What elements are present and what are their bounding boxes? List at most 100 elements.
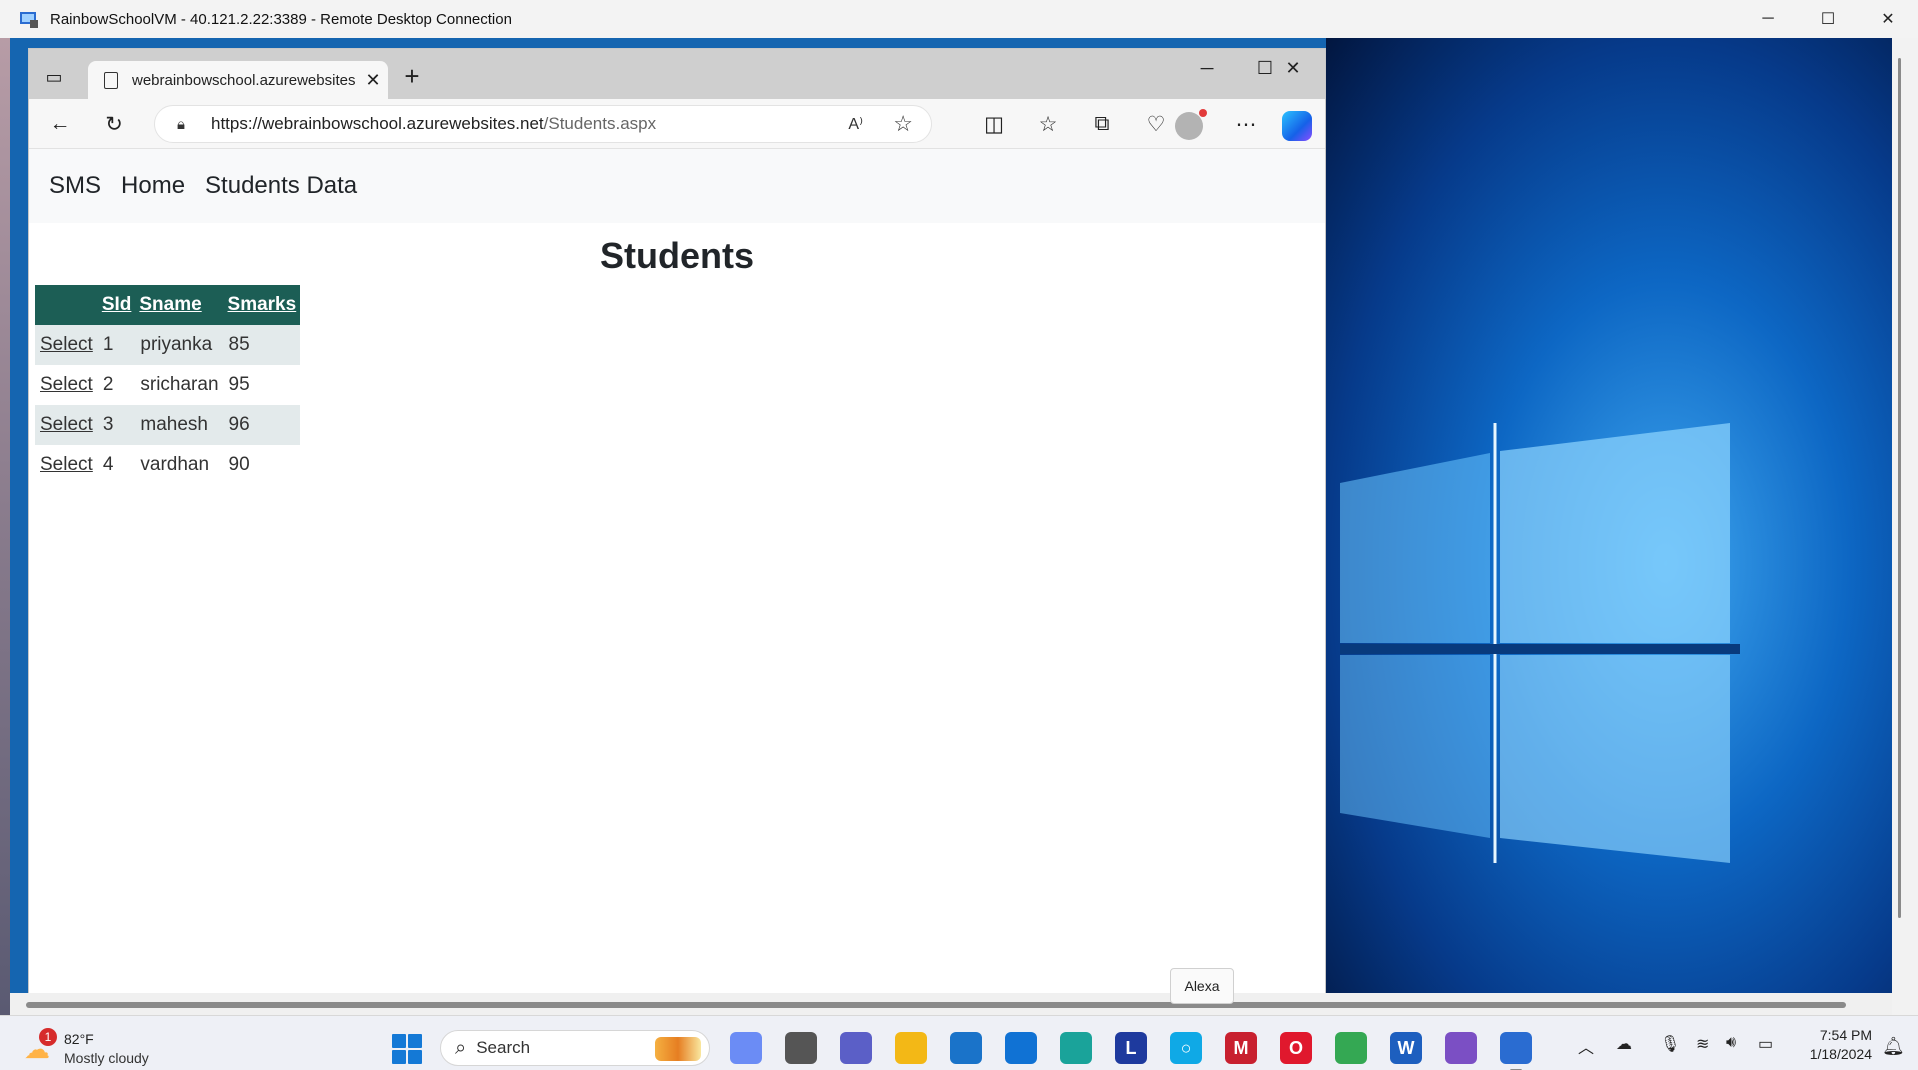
file-explorer-app-icon[interactable] <box>895 1032 927 1064</box>
alexa-app-icon[interactable]: ○ <box>1170 1032 1202 1064</box>
nav-home-link[interactable]: Home <box>121 172 185 200</box>
more-options-icon[interactable]: ⋯ <box>1229 107 1263 141</box>
cell-sname: sricharan <box>135 365 224 405</box>
site-navbar: SMS Home Students Data <box>29 149 1325 223</box>
browser-toolbar: ← ↻ 🔒︎ https://webrainbowschool.azureweb… <box>29 99 1325 149</box>
opera-app-icon[interactable]: O <box>1280 1032 1312 1064</box>
weather-widget[interactable]: ☁ 1 82°F Mostly cloudy <box>24 1028 184 1068</box>
browser-close-button[interactable]: ✕ <box>1265 53 1321 83</box>
grid-header-sid[interactable]: SId <box>97 285 136 325</box>
table-row: Select 2 sricharan 95 <box>35 365 301 405</box>
select-link[interactable]: Select <box>35 325 98 365</box>
search-label: Search <box>476 1038 531 1057</box>
tab-close-button[interactable]: ✕ <box>358 70 388 91</box>
volume-icon[interactable]: 🔊︎ <box>1726 1034 1736 1052</box>
favorite-star-icon[interactable]: ☆ <box>893 111 913 137</box>
page-title: Students <box>599 235 754 276</box>
microphone-icon[interactable]: 🎙︎ <box>1660 1034 1680 1054</box>
url-host: https://webrainbowschool.azurewebsites.n… <box>211 114 544 133</box>
collections-icon[interactable]: ⧉ <box>1085 107 1119 141</box>
file-manager-app-icon[interactable] <box>785 1032 817 1064</box>
cell-smarks: 95 <box>223 365 301 405</box>
remote-desktop-app-icon[interactable] <box>1500 1032 1532 1070</box>
cell-smarks: 90 <box>223 445 301 485</box>
wifi-icon[interactable]: ≋ <box>1696 1034 1709 1054</box>
cell-smarks: 85 <box>223 325 301 365</box>
clock-time: 7:54 PM <box>1819 1027 1872 1043</box>
browser-tab-bar: ▭ webrainbowschool.azurewebsites ✕ + ─ ☐… <box>29 49 1325 99</box>
nav-brand-link[interactable]: SMS <box>49 172 101 200</box>
rdp-title-text: RainbowSchoolVM - 40.121.2.22:3389 - Rem… <box>50 10 512 28</box>
select-link[interactable]: Select <box>35 365 98 405</box>
search-icon: ⌕ <box>455 1036 467 1059</box>
taskbar: ☁ 1 82°F Mostly cloudy ⌕ Search L ○ M O W ︿ … <box>0 1015 1918 1070</box>
remote-desktop-area[interactable]: ▭ webrainbowschool.azurewebsites ✕ + ─ ☐… <box>10 38 1892 993</box>
profile-avatar[interactable] <box>1175 112 1203 140</box>
browser-minimize-button[interactable]: ─ <box>1179 53 1235 83</box>
l-app-icon[interactable]: L <box>1115 1032 1147 1064</box>
windows-logo-wallpaper-icon <box>1340 423 1740 863</box>
horizontal-scroll-thumb[interactable] <box>26 1002 1846 1008</box>
vertical-scroll-thumb[interactable] <box>1898 58 1901 918</box>
cell-sid: 1 <box>97 325 136 365</box>
taskbar-search[interactable]: ⌕ Search <box>440 1030 710 1066</box>
new-tab-button[interactable]: + <box>397 61 427 91</box>
mail-app-icon[interactable] <box>1005 1032 1037 1064</box>
back-arrow-icon[interactable]: ← <box>43 107 77 141</box>
chrome-app-icon[interactable] <box>1335 1032 1367 1064</box>
url-path: /Students.aspx <box>543 114 657 133</box>
host-desktop-strip <box>0 38 10 1015</box>
mcafee-app-icon[interactable]: M <box>1225 1032 1257 1064</box>
search-highlight-icon <box>655 1037 701 1061</box>
select-link[interactable]: Select <box>35 445 98 485</box>
rdp-title-bar: RainbowSchoolVM - 40.121.2.22:3389 - Rem… <box>0 0 1918 38</box>
notification-bell-icon[interactable]: 🔔︎ <box>1882 1036 1905 1057</box>
split-screen-icon[interactable]: ◫ <box>977 107 1011 141</box>
table-row: Select 3 mahesh 96 <box>35 405 301 445</box>
weather-condition: Mostly cloudy <box>64 1050 149 1066</box>
show-hidden-icons-chevron-icon[interactable]: ︿ <box>1578 1034 1594 1058</box>
select-link[interactable]: Select <box>35 405 98 445</box>
teams-app-icon[interactable] <box>840 1032 872 1064</box>
refresh-icon[interactable]: ↻ <box>97 107 131 141</box>
taskbar-clock[interactable]: 7:54 PM 1/18/2024 <box>1792 1026 1872 1064</box>
read-aloud-icon[interactable]: A⁾ <box>848 114 863 134</box>
tab-title: webrainbowschool.azurewebsites <box>132 71 356 89</box>
rdp-horizontal-scrollbar[interactable] <box>10 993 1892 1015</box>
rdp-minimize-button[interactable]: ─ <box>1738 0 1798 38</box>
alexa-tooltip: Alexa <box>1170 968 1234 1004</box>
copilot-icon[interactable] <box>1282 111 1312 141</box>
table-row: Select 1 priyanka 85 <box>35 325 301 365</box>
clock-date: 1/18/2024 <box>1809 1046 1872 1062</box>
store-app-icon[interactable] <box>950 1032 982 1064</box>
favorites-icon[interactable]: ☆ <box>1031 107 1065 141</box>
browser-window: ▭ webrainbowschool.azurewebsites ✕ + ─ ☐… <box>29 49 1325 993</box>
rdp-maximize-button[interactable]: ☐ <box>1798 0 1858 38</box>
grid-header-smarks[interactable]: Smarks <box>223 285 301 325</box>
nav-students-data-link[interactable]: Students Data <box>205 172 357 200</box>
rdp-close-button[interactable]: ✕ <box>1858 0 1918 38</box>
browser-essentials-icon[interactable]: ♡ <box>1139 107 1173 141</box>
browser-tab[interactable]: webrainbowschool.azurewebsites ✕ <box>88 61 388 99</box>
cell-sid: 2 <box>97 365 136 405</box>
copilot-app-icon[interactable] <box>730 1032 762 1064</box>
remote-desktop-icon <box>20 12 38 28</box>
grid-header-select <box>35 285 98 325</box>
rdp-vertical-scrollbar[interactable] <box>1892 38 1918 1015</box>
start-button-windows-icon[interactable] <box>392 1034 422 1064</box>
address-bar[interactable]: 🔒︎ https://webrainbowschool.azurewebsite… <box>154 105 932 143</box>
grid-header-row: SId Sname Smarks <box>35 285 301 325</box>
tab-actions-icon[interactable]: ▭ <box>42 67 66 91</box>
battery-icon[interactable]: ▭ <box>1758 1034 1773 1054</box>
lock-icon[interactable]: 🔒︎ <box>177 116 201 133</box>
weather-temperature: 82°F <box>64 1031 94 1047</box>
word-app-icon[interactable]: W <box>1390 1032 1422 1064</box>
cell-sid: 3 <box>97 405 136 445</box>
profile-notification-dot <box>1199 109 1207 117</box>
onedrive-icon[interactable]: ☁ <box>1616 1034 1632 1054</box>
cell-smarks: 96 <box>223 405 301 445</box>
grid-header-sname[interactable]: Sname <box>135 285 224 325</box>
visual-studio-app-icon[interactable] <box>1445 1032 1477 1064</box>
edge-app-icon[interactable] <box>1060 1032 1092 1064</box>
cell-sid: 4 <box>97 445 136 485</box>
